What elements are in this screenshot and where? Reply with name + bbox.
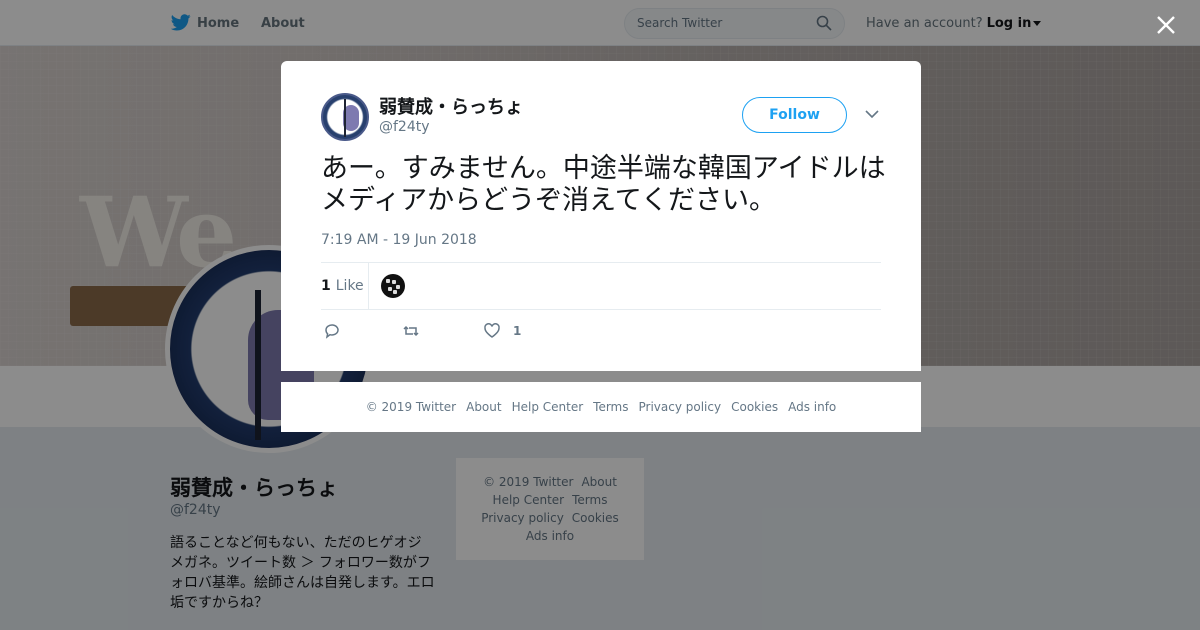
footer-cookies-link[interactable]: Cookies [731, 400, 778, 414]
footer-help-link[interactable]: Help Center [512, 400, 584, 414]
like-button[interactable]: 1 [483, 321, 521, 341]
follow-button[interactable]: Follow [742, 97, 847, 133]
footer-about-link[interactable]: About [466, 400, 501, 414]
tweet-text: あー。すみません。中途半端な韓国アイドルはメディアからどうぞ消えてください。 [321, 153, 886, 216]
tweet-stats: 1 Like [321, 262, 881, 310]
retweet-button[interactable] [402, 321, 420, 341]
tweet-modal: 弱賛成・らっちょ @f24ty Follow あー。すみません。中途半端な韓国ア… [281, 61, 921, 371]
modal-footer: © 2019 Twitter About Help Center Terms P… [281, 382, 921, 432]
reply-icon [325, 324, 339, 339]
heart-icon [484, 323, 500, 338]
tweet-timestamp[interactable]: 7:19 AM - 19 Jun 2018 [321, 232, 477, 248]
like-count-stat[interactable]: 1 Like [321, 263, 369, 309]
reply-button[interactable] [323, 321, 341, 341]
tweet-author-handle[interactable]: @f24ty [379, 119, 430, 135]
like-action-count: 1 [513, 324, 522, 338]
retweet-icon [403, 325, 419, 337]
tweet-author-avatar[interactable] [321, 93, 369, 141]
chevron-down-icon[interactable] [865, 109, 879, 119]
tweet-author-name[interactable]: 弱賛成・らっちょ [379, 93, 523, 119]
like-count: 1 [321, 278, 331, 294]
footer-terms-link[interactable]: Terms [593, 400, 628, 414]
close-icon[interactable] [1154, 13, 1178, 37]
like-label: Like [335, 278, 364, 294]
liker-avatar[interactable] [381, 274, 405, 298]
footer-ads-link[interactable]: Ads info [788, 400, 836, 414]
footer-copyright: © 2019 Twitter [365, 400, 457, 414]
footer-privacy-link[interactable]: Privacy policy [639, 400, 722, 414]
